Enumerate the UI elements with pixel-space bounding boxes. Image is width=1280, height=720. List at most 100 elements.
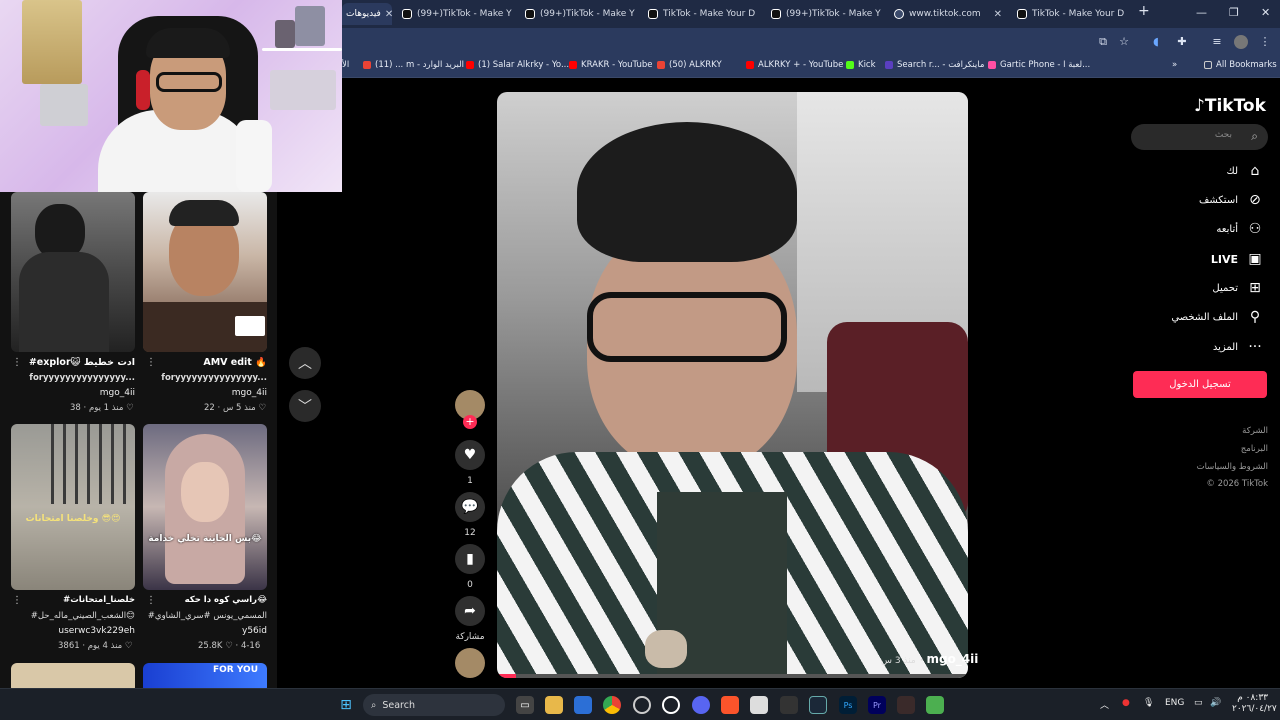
nav-more[interactable]: المزيد ··· (1213, 338, 1264, 356)
bookmark-item[interactable]: (1) Salar Alkrky - Yo... (466, 60, 569, 70)
bookmark-item[interactable]: (11) ... m - البريد الوارد (363, 60, 464, 70)
main-video-player[interactable] (497, 92, 968, 678)
all-bookmarks[interactable]: All Bookmarks (1204, 60, 1277, 70)
footer-company-link[interactable]: الشركة (1242, 426, 1268, 436)
card-title[interactable]: #خلصنا_امتحانات (11, 595, 135, 605)
close-icon[interactable]: ✕ (755, 9, 760, 20)
login-button[interactable]: تسجيل الدخول (1133, 371, 1267, 398)
card-title[interactable]: #explor😺 ادت خطيط (11, 357, 135, 368)
save-button[interactable]: ▮ (455, 544, 485, 574)
card-author[interactable]: mgo_4ii (143, 388, 267, 398)
menu-icon[interactable]: ⋮ (1258, 35, 1272, 49)
bookmarks-more-icon[interactable]: » (1172, 60, 1177, 70)
translate-icon[interactable]: ⧉ (1096, 35, 1110, 49)
monitor-icon[interactable]: ▭ (1194, 698, 1203, 708)
close-icon[interactable]: ✕ (1124, 9, 1129, 20)
close-icon[interactable]: ✕ (990, 9, 1006, 20)
window-close-icon[interactable]: ✕ (1261, 6, 1270, 19)
tiktok-logo[interactable]: ♪TikTok (1194, 96, 1266, 116)
photoshop-icon[interactable]: Ps (839, 696, 857, 714)
card-author[interactable]: y56id (143, 626, 267, 636)
tray-chevron-icon[interactable]: ︿ (1100, 698, 1109, 711)
app-icon[interactable] (662, 696, 680, 714)
footer-terms-link[interactable]: الشروط والسياسات (1197, 462, 1268, 472)
nav-explore[interactable]: استكشف ⊘ (1199, 191, 1264, 209)
nav-for-you[interactable]: لك ⌂ (1227, 162, 1264, 180)
video-progress-bar[interactable] (497, 674, 968, 678)
bookmark-item[interactable]: KRAKR - YouTube (569, 60, 652, 70)
avatar[interactable] (1234, 35, 1248, 49)
more-icon[interactable]: ⋮ (12, 357, 22, 368)
tray-app-icon[interactable]: ● (1122, 698, 1130, 708)
tab-tiktok-site[interactable]: www.tiktok.com ✕ (894, 3, 1006, 25)
nav-live[interactable]: LIVE ▣ (1211, 250, 1264, 268)
footer-program-link[interactable]: البرنامج (1241, 444, 1268, 454)
clock[interactable]: ٠٨:٣٣ م ٢٠٢٦/٠٤/٢٧ (1232, 693, 1277, 715)
tab-tiktok-2[interactable]: (99+)TikTok - Make Y ✕ (525, 3, 637, 25)
like-button[interactable]: ♥ (455, 440, 485, 470)
card-subtitle[interactable]: #المسمي_يونس #سري_الشاوي (143, 611, 267, 621)
nav-upload[interactable]: تحميل ⊞ (1212, 279, 1264, 297)
extensions-icon[interactable]: ✚ (1175, 35, 1189, 49)
discord-icon[interactable] (692, 696, 710, 714)
brave-icon[interactable] (721, 696, 739, 714)
share-button[interactable]: ➦ (455, 596, 485, 626)
microphone-icon[interactable]: 🎙 (1143, 698, 1154, 708)
card-title[interactable]: AMV edit 🔥 (143, 357, 267, 368)
tab-tiktok-1[interactable]: (99+)TikTok - Make Y ✕ (402, 3, 514, 25)
nav-profile[interactable]: الملف الشخصي ⚲ (1171, 308, 1264, 326)
read-aloud-icon[interactable]: ◖ (1149, 35, 1163, 49)
close-icon[interactable]: ✕ (512, 9, 514, 20)
card-subtitle[interactable]: #الشعب_الصيني_ماله_حل😊 (11, 611, 135, 621)
more-icon[interactable]: ⋮ (12, 595, 22, 606)
search-input[interactable]: بحث ⌕ (1131, 124, 1268, 150)
obs-icon[interactable] (633, 696, 651, 714)
language-indicator[interactable]: ENG (1165, 698, 1184, 708)
tab-tiktok-5[interactable]: TikTok - Make Your D ✕ (1017, 3, 1129, 25)
close-icon[interactable]: ✕ (381, 9, 392, 20)
media-icon[interactable]: ≡ (1210, 35, 1224, 49)
more-icon[interactable]: ⋮ (146, 357, 156, 368)
card-author[interactable]: mgo_4ii (11, 388, 135, 398)
windows-start-icon[interactable]: ⊞ (337, 696, 355, 714)
video-author-info[interactable]: منذ 3 س · mgo_4ii (881, 652, 978, 666)
previous-video-button[interactable]: ︿ (289, 347, 321, 379)
video-thumbnail[interactable]: وخلصنا امتحانات 😎😍 (11, 424, 135, 590)
search-icon[interactable]: ⌕ (1251, 129, 1258, 144)
card-subtitle[interactable]: foryyyyyyyyyyyyyyy... (11, 373, 135, 383)
volume-icon[interactable]: 🔊 (1210, 698, 1221, 708)
close-icon[interactable]: ✕ (635, 9, 637, 20)
nav-following[interactable]: أتابعه ⚇ (1216, 220, 1264, 238)
new-tab-button[interactable]: + (1138, 3, 1150, 19)
video-thumbnail[interactable]: FOR YOU (143, 663, 267, 688)
video-thumbnail[interactable] (143, 192, 267, 352)
chrome-icon[interactable] (603, 696, 621, 714)
premiere-icon[interactable]: Pr (868, 696, 886, 714)
bookmark-item[interactable]: Gartic Phone - لعبة ا... (988, 60, 1090, 70)
follow-plus-icon[interactable]: + (463, 415, 477, 429)
video-thumbnail[interactable] (11, 192, 135, 352)
bookmark-item[interactable]: (50) ALKRKY (657, 60, 722, 70)
steam-icon[interactable] (809, 696, 827, 714)
bookmark-item[interactable]: الأ (342, 60, 349, 70)
app-icon[interactable] (897, 696, 915, 714)
card-author[interactable]: userwc3vk229eh (11, 626, 135, 636)
close-icon[interactable]: ✕ (881, 9, 883, 20)
restore-icon[interactable]: ❐ (1229, 6, 1239, 19)
tab-videos[interactable]: فيديوهات ✕ (342, 3, 392, 25)
comment-button[interactable]: 💬 (455, 492, 485, 522)
minimize-icon[interactable]: — (1196, 6, 1207, 19)
next-video-button[interactable]: ﹀ (289, 390, 321, 422)
tab-tiktok-4[interactable]: (99+)TikTok - Make Y ✕ (771, 3, 883, 25)
taskbar-search[interactable]: ⌕ Search (363, 694, 505, 716)
bookmark-item[interactable]: Kick (846, 60, 876, 70)
music-disc-avatar[interactable] (455, 648, 485, 678)
task-view-icon[interactable]: ▭ (516, 696, 534, 714)
store-icon[interactable] (574, 696, 592, 714)
card-subtitle[interactable]: foryyyyyyyyyyyyyyy... (143, 373, 267, 383)
video-thumbnail[interactable] (11, 663, 135, 688)
card-title[interactable]: راسي كوه دا حكه😂 (143, 595, 267, 605)
tab-tiktok-3[interactable]: TikTok - Make Your D ✕ (648, 3, 760, 25)
minecraft-icon[interactable] (926, 696, 944, 714)
app-icon[interactable] (750, 696, 768, 714)
